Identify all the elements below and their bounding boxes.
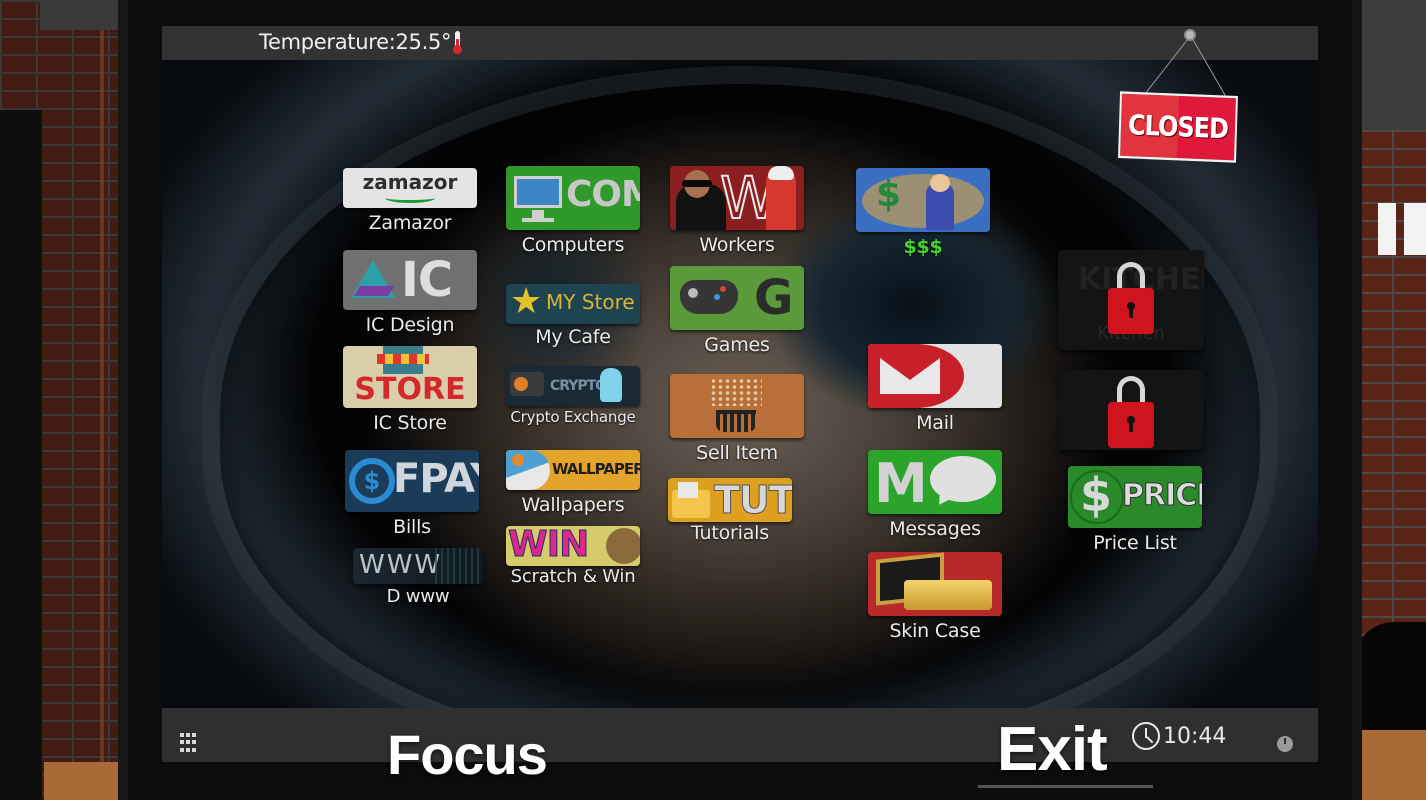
app-label: $$$ <box>903 236 943 258</box>
app-locked[interactable] <box>1058 370 1204 450</box>
app-d-www[interactable]: WWW D www <box>353 548 483 607</box>
money-bag-icon: $ <box>856 168 990 232</box>
app-label: Zamazor <box>368 212 452 234</box>
app-scratch-win[interactable]: WIN Scratch & Win <box>506 526 640 587</box>
skin-case-icon <box>868 552 1002 616</box>
temperature-value: 25.5° <box>395 30 452 54</box>
app-price-list[interactable]: $ PRICE Price List <box>1068 466 1202 554</box>
app-label: Skin Case <box>889 620 981 642</box>
desk-right <box>1356 730 1426 800</box>
app-label: Mail <box>916 412 954 434</box>
computers-icon: COM <box>506 166 640 230</box>
locked-app-icon <box>1058 370 1204 450</box>
fpay-icon: $ FPAY <box>345 450 479 512</box>
closed-sign-text: CLOSED <box>1127 108 1229 146</box>
zamazor-icon: zamazor <box>343 168 477 208</box>
app-workers[interactable]: W Workers <box>670 166 804 256</box>
app-kitchen-locked[interactable]: KITCHEN Kitchen <box>1058 250 1204 350</box>
app-crypto-exchange[interactable]: CRYPTO Crypto Exchange <box>506 366 640 426</box>
mail-icon <box>868 344 1002 408</box>
app-label: IC Store <box>373 412 447 434</box>
doorway-left <box>0 110 42 800</box>
tutorials-icon: TUT <box>668 478 792 522</box>
app-label: My Cafe <box>535 326 611 348</box>
app-tutorials[interactable]: TUT Tutorials <box>668 478 792 544</box>
chair <box>1354 622 1426 740</box>
app-games[interactable]: G Games <box>670 266 804 356</box>
sell-basket-icon <box>670 374 804 438</box>
my-store-icon: ★ MY Store <box>506 284 640 324</box>
ceiling-left <box>40 0 130 30</box>
exit-button[interactable]: Exit <box>997 714 1108 785</box>
app-skin-case[interactable]: Skin Case <box>868 552 1002 642</box>
app-wallpapers[interactable]: WALLPAPERS Wallpapers <box>506 450 640 516</box>
crypto-icon: CRYPTO <box>506 366 640 406</box>
app-label: Sell Item <box>696 442 778 464</box>
scratch-win-icon: WIN <box>506 526 640 566</box>
app-label: D www <box>386 586 450 607</box>
app-messages[interactable]: M Messages <box>868 450 1002 540</box>
app-ic-design[interactable]: IC IC Design <box>343 250 477 336</box>
temperature-label: Temperature: <box>259 30 396 54</box>
clock-icon <box>1132 722 1160 750</box>
ceiling-right <box>1356 0 1426 130</box>
app-my-cafe[interactable]: ★ MY Store My Cafe <box>506 284 640 348</box>
app-label: Tutorials <box>691 522 769 544</box>
taskbar-clock: 10:44 <box>1132 722 1226 750</box>
app-mail[interactable]: Mail <box>868 344 1002 434</box>
app-label: Computers <box>521 234 625 256</box>
taskbar: 10:44 <box>162 708 1318 762</box>
temperature-readout: Temperature: 25.5° <box>259 30 463 54</box>
thermometer-icon <box>453 30 463 54</box>
kitchen-icon: KITCHEN Kitchen <box>1058 250 1204 350</box>
app-label: Bills <box>393 516 431 538</box>
closed-sign-toggle[interactable]: CLOSED <box>1118 91 1238 163</box>
app-label: Games <box>704 334 770 356</box>
app-label: Workers <box>699 234 775 256</box>
power-icon[interactable] <box>1277 736 1293 752</box>
workers-icon: W <box>670 166 804 230</box>
app-label: Price List <box>1093 532 1177 554</box>
app-label: Wallpapers <box>521 494 625 516</box>
app-bills[interactable]: $ FPAY Bills <box>345 450 479 538</box>
app-ic-store[interactable]: STORE IC Store <box>343 346 477 434</box>
app-label: IC Design <box>365 314 455 336</box>
app-label: Scratch & Win <box>510 566 636 587</box>
app-label: Crypto Exchange <box>510 408 636 426</box>
ic-design-icon: IC <box>343 250 477 310</box>
app-label: Messages <box>889 518 981 540</box>
focus-button[interactable]: Focus <box>387 722 548 787</box>
exit-underline <box>978 785 1153 788</box>
lock-icon <box>1108 262 1154 334</box>
pause-icon[interactable] <box>1378 203 1426 255</box>
lock-icon <box>1108 376 1154 448</box>
app-sell-item[interactable]: Sell Item <box>670 374 804 464</box>
sign-pin <box>1184 29 1196 41</box>
clock-time: 10:44 <box>1163 723 1227 749</box>
computer-screen: Temperature: 25.5° CLOSED zamazor Zamazo… <box>162 26 1318 762</box>
ic-store-icon: STORE <box>343 346 477 408</box>
grid-icon[interactable] <box>180 733 196 753</box>
status-bar: Temperature: 25.5° <box>162 26 1318 60</box>
price-list-icon: $ PRICE <box>1068 466 1202 528</box>
wall-corner <box>100 30 104 800</box>
app-zamazor[interactable]: zamazor Zamazor <box>343 168 477 234</box>
app-computers[interactable]: COM Computers <box>506 166 640 256</box>
games-icon: G <box>670 266 804 330</box>
messages-icon: M <box>868 450 1002 514</box>
app-money[interactable]: $ $$$ <box>856 168 990 258</box>
wallpapers-icon: WALLPAPERS <box>506 450 640 490</box>
www-icon: WWW <box>353 548 483 584</box>
